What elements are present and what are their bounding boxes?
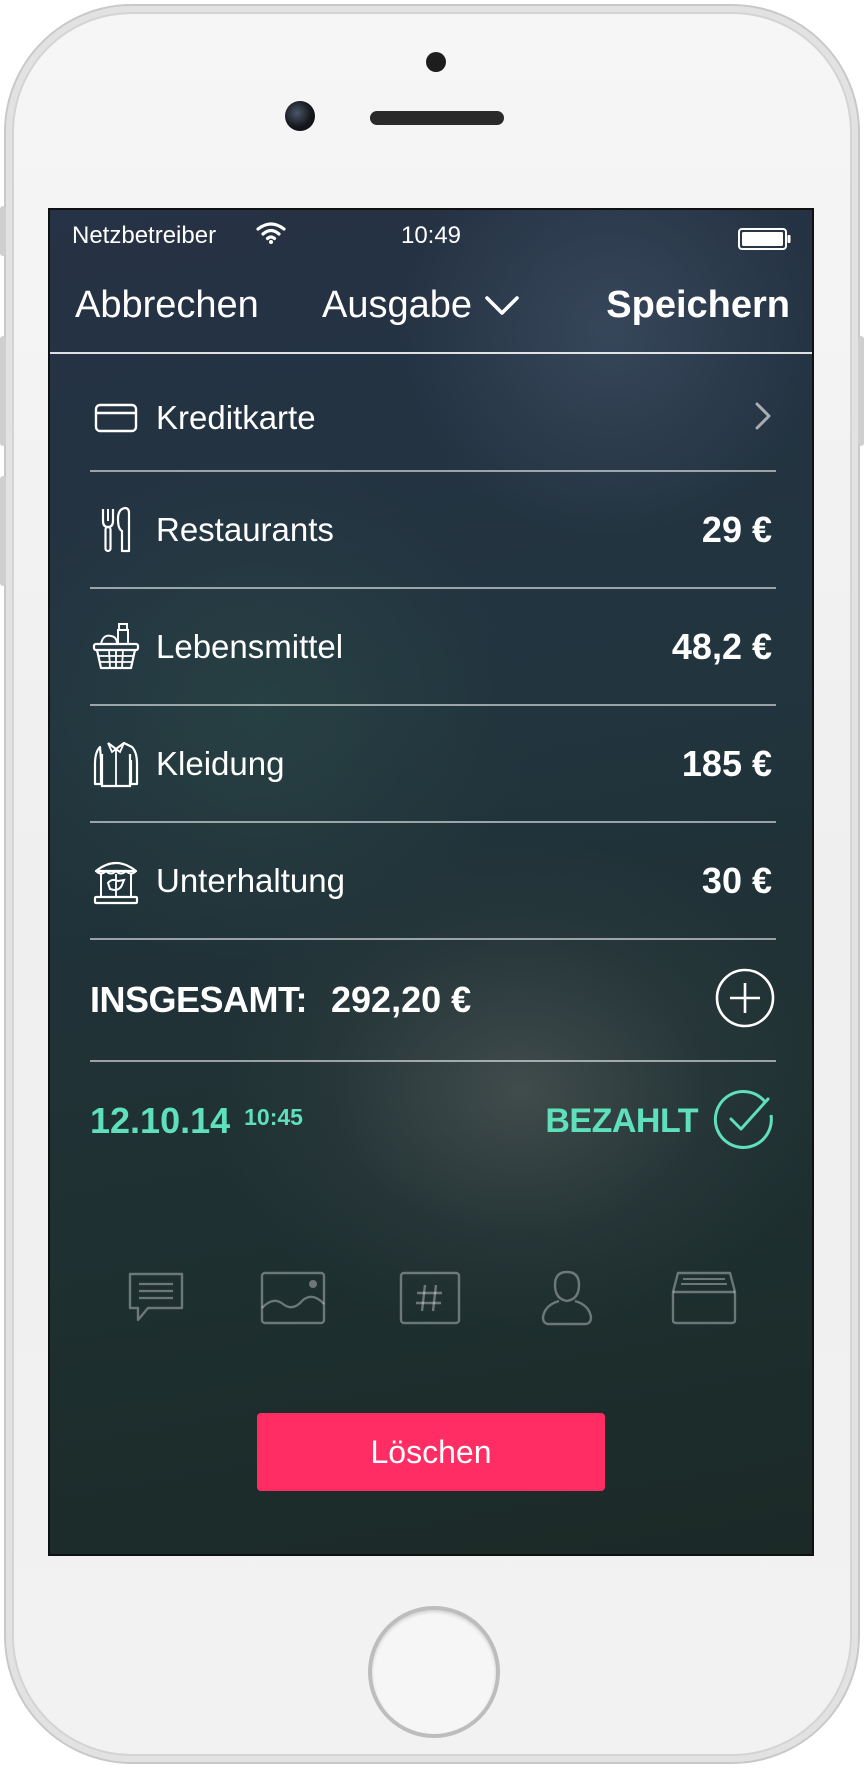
add-category-button[interactable] bbox=[714, 967, 776, 1034]
cancel-button[interactable]: Abbrechen bbox=[75, 284, 259, 327]
chevron-down-icon bbox=[484, 284, 520, 327]
transaction-type-selector[interactable]: Ausgabe bbox=[322, 284, 520, 327]
power-button bbox=[858, 336, 864, 446]
payment-method-row[interactable]: Kreditkarte bbox=[90, 366, 776, 472]
category-label: Unterhaltung bbox=[156, 861, 345, 899]
category-row[interactable]: Kleidung 185 € bbox=[90, 706, 776, 823]
category-label: Restaurants bbox=[156, 510, 334, 548]
person-icon bbox=[541, 1270, 593, 1326]
carousel-icon bbox=[90, 855, 142, 907]
total-value: 292,20 € bbox=[331, 979, 472, 1020]
transaction-time[interactable]: 10:45 bbox=[244, 1104, 545, 1131]
transaction-date[interactable]: 12.10.14 bbox=[90, 1100, 230, 1142]
volume-down-button bbox=[0, 476, 6, 586]
mute-switch bbox=[0, 206, 6, 256]
earpiece-speaker bbox=[370, 111, 504, 125]
navigation-bar: Abbrechen Ausgabe Speichern bbox=[50, 262, 812, 354]
category-label: Kleidung bbox=[156, 744, 285, 782]
total-row: INSGESAMT: 292,20 € bbox=[90, 940, 776, 1062]
shirt-icon bbox=[90, 738, 142, 790]
category-amount: 185 € bbox=[681, 742, 772, 784]
status-bar: Netzbetreiber 10:49 bbox=[50, 210, 812, 260]
expense-form: Kreditkarte Restaurants 29 € Lebensmitte… bbox=[90, 366, 776, 1180]
add-tag-button[interactable] bbox=[394, 1263, 466, 1333]
chevron-right-icon bbox=[754, 401, 772, 436]
credit-card-icon bbox=[90, 392, 142, 444]
category-label: Lebensmittel bbox=[156, 627, 344, 665]
comment-icon bbox=[128, 1272, 184, 1322]
total-label: INSGESAMT: bbox=[90, 979, 308, 1020]
grocery-basket-icon bbox=[90, 621, 142, 673]
paid-label: BEZAHLT bbox=[545, 1101, 698, 1140]
save-button[interactable]: Speichern bbox=[606, 284, 790, 327]
delete-button[interactable]: Löschen bbox=[257, 1413, 605, 1491]
hashtag-icon bbox=[399, 1271, 461, 1325]
battery-icon bbox=[738, 228, 792, 257]
category-amount: 48,2 € bbox=[671, 625, 772, 667]
category-row[interactable]: Unterhaltung 30 € bbox=[90, 823, 776, 940]
archive-icon bbox=[671, 1271, 737, 1325]
category-amount: 29 € bbox=[701, 508, 772, 550]
attachment-toolbar bbox=[120, 1263, 740, 1333]
add-photo-button[interactable] bbox=[257, 1263, 329, 1333]
paid-toggle[interactable] bbox=[712, 1087, 776, 1156]
proximity-sensor bbox=[426, 52, 446, 72]
home-button[interactable] bbox=[368, 1606, 500, 1738]
image-icon bbox=[260, 1271, 326, 1325]
front-camera bbox=[285, 101, 315, 131]
fork-knife-icon bbox=[90, 504, 142, 556]
archive-button[interactable] bbox=[668, 1263, 740, 1333]
volume-up-button bbox=[0, 336, 6, 446]
category-row[interactable]: Restaurants 29 € bbox=[90, 472, 776, 589]
nav-title-label: Ausgabe bbox=[322, 284, 473, 326]
payment-status-row: 12.10.14 10:45 BEZAHLT bbox=[90, 1062, 776, 1180]
add-person-button[interactable] bbox=[531, 1263, 603, 1333]
plus-circle-icon bbox=[715, 968, 775, 1027]
category-row[interactable]: Lebensmittel 48,2 € bbox=[90, 589, 776, 706]
status-time: 10:49 bbox=[400, 222, 462, 249]
category-amount: 30 € bbox=[701, 859, 772, 901]
checkmark-circle-icon bbox=[713, 1089, 773, 1149]
app-screen: Netzbetreiber 10:49 Abbrechen Ausgabe Sp… bbox=[48, 208, 814, 1556]
add-note-button[interactable] bbox=[120, 1263, 192, 1333]
payment-method-label: Kreditkarte bbox=[156, 399, 316, 436]
